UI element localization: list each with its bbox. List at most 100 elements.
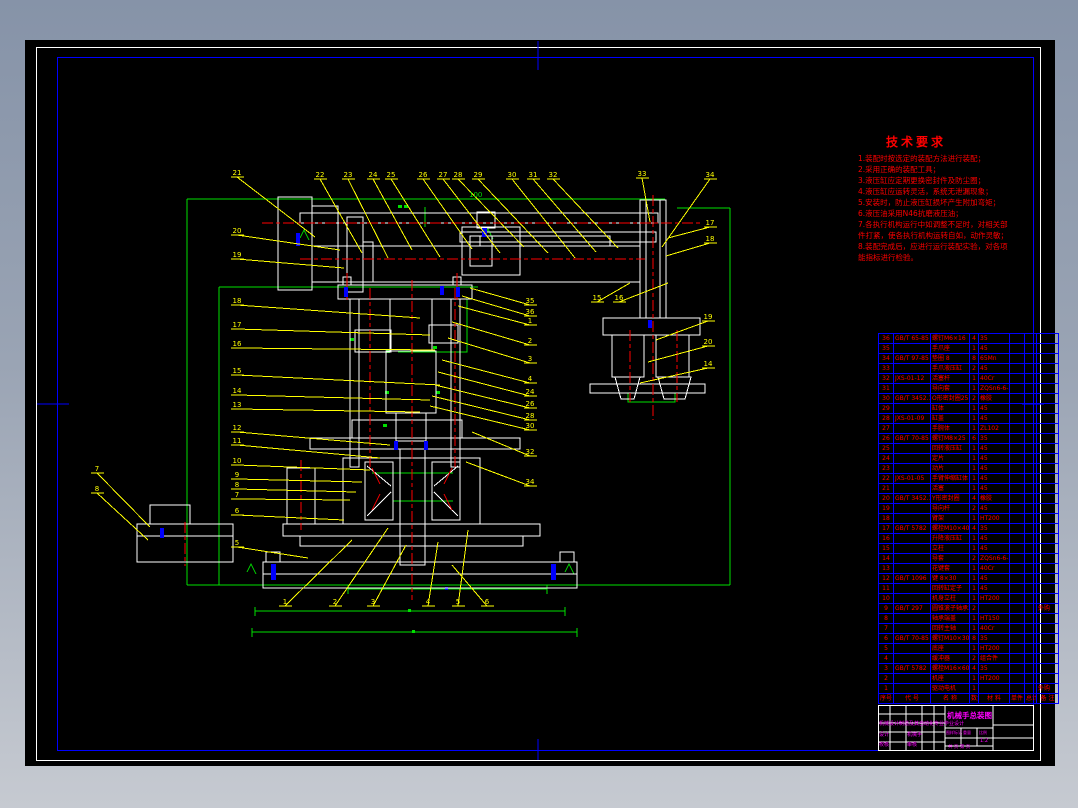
bom-row: 15 立柱 1 45	[878, 543, 1059, 554]
bom-cell	[978, 683, 1010, 694]
bom-cell	[1036, 353, 1059, 364]
bom-cell: 1	[969, 403, 979, 414]
bom-cell	[1036, 363, 1059, 374]
bom-cell	[1024, 683, 1037, 694]
bom-cell	[893, 443, 931, 454]
bom-cell: 手爪液压缸	[930, 363, 970, 374]
bom-cell: GB/T 70-85	[893, 633, 931, 644]
bom-cell	[1036, 393, 1059, 404]
bom-cell	[1024, 483, 1037, 494]
bom-row: 14 导套 2 ZQSn6-6-3	[878, 553, 1059, 564]
bom-row: 13 花键套 1 40Cr	[878, 563, 1059, 574]
balloon-number: 1	[283, 598, 287, 606]
bom-cell	[1036, 503, 1059, 514]
bom-cell: 35	[978, 663, 1010, 674]
leader-line	[451, 321, 531, 346]
bom-cell	[893, 643, 931, 654]
bom-header-cell: 序号	[878, 693, 894, 704]
balloon-number: 27	[439, 171, 448, 179]
bom-cell: O形密封圈25×2.4	[930, 393, 970, 404]
bom-cell	[1024, 573, 1037, 584]
bom-cell: HT150	[978, 613, 1010, 624]
leader-line	[236, 347, 436, 351]
leader-line	[461, 295, 531, 317]
bom-cell	[1024, 343, 1037, 354]
bom-cell: GB/T 5782	[893, 663, 931, 674]
bom-cell: 45	[978, 543, 1010, 554]
bom-cell: 6	[878, 633, 894, 644]
leader-line	[422, 178, 473, 250]
balloon-number: 20	[704, 338, 713, 346]
bom-cell	[1009, 333, 1025, 344]
bom-row: 17 GB/T 5782 螺栓M10×40 4 35	[878, 523, 1059, 534]
bom-cell: 3	[878, 663, 894, 674]
bom-cell: 4	[969, 523, 979, 534]
bom-cell	[893, 423, 931, 434]
tech-req-line: 2.采用正确的装配工具；	[858, 165, 941, 174]
bom-cell: 28	[878, 413, 894, 424]
bom-cell: 2	[969, 503, 979, 514]
bom-cell	[1036, 583, 1059, 594]
bom-cell	[1036, 613, 1059, 624]
sheet-count: 共 页 第 页	[948, 745, 971, 750]
leader-line	[236, 546, 309, 559]
bom-cell	[1036, 433, 1059, 444]
bom-cell: 36	[878, 333, 894, 344]
balloon-annotations: 21 22 23 24 25 26 27 28 29 30 31 32 33 34201918171615…	[91, 169, 717, 607]
bom-cell	[1009, 433, 1025, 444]
bom-header-cell: 总计	[1024, 693, 1037, 704]
bom-cell: 升降液压缸	[930, 533, 970, 544]
bom-cell	[1024, 663, 1037, 674]
bom-cell	[893, 673, 931, 684]
leader-line	[647, 345, 709, 363]
bom-cell: 外购	[1036, 603, 1059, 614]
bom-cell: 1	[969, 483, 979, 494]
leader-line	[236, 234, 341, 251]
bom-cell	[893, 453, 931, 464]
bom-cell	[1009, 613, 1025, 624]
bom-cell: 2	[878, 673, 894, 684]
bom-cell: 1	[969, 533, 979, 544]
technical-requirements: 技术要求 1.装配时按选定的装配方法进行装配； 2.采用正确的装配工具； 3.液压缸…	[858, 133, 1048, 263]
parts-list-table: 36 GB/T 65-85 螺钉M6×16 4 35 35 手爪座 1 45 34 GB/T 97-…	[878, 333, 1059, 704]
bom-cell: 27	[878, 423, 894, 434]
bom-row: 4 缓冲器 2 组合件	[878, 653, 1059, 664]
bom-cell	[1036, 643, 1059, 654]
bom-cell	[1009, 343, 1025, 354]
bom-cell: 回转主轴	[930, 623, 970, 634]
balloon-number: 15	[593, 294, 602, 302]
bom-row: 20 GB/T 3452.1 Y形密封圈 4 橡胶	[878, 493, 1059, 504]
bom-cell: 定片	[930, 453, 970, 464]
tech-req-line: 7.各执行机构运行中如调整不足时，对相关部	[858, 220, 1008, 229]
bom-cell	[1036, 443, 1059, 454]
bom-cell: 圆锥滚子轴承30208	[930, 603, 970, 614]
bom-cell	[1024, 383, 1037, 394]
balloon-number: 28	[454, 171, 463, 179]
bom-cell	[1036, 523, 1059, 534]
bom-cell	[1024, 673, 1037, 684]
bom-cell: 4	[969, 333, 979, 344]
bom-cell: 20	[878, 493, 894, 504]
bom-cell: 33	[878, 363, 894, 374]
bom-cell: 螺钉M6×16	[930, 333, 970, 344]
bom-cell: 32	[878, 373, 894, 384]
bom-cell	[1009, 523, 1025, 534]
bom-cell	[1036, 373, 1059, 384]
bom-cell	[1009, 353, 1025, 364]
bom-cell: 2	[969, 393, 979, 404]
bom-cell: 1	[969, 643, 979, 654]
bom-cell	[1009, 663, 1025, 674]
tech-req-line: 1.装配时按选定的装配方法进行装配；	[858, 154, 986, 163]
bom-cell: 回转缸定子	[930, 583, 970, 594]
bom-cell	[1009, 423, 1025, 434]
bom-cell: 橡胶	[978, 393, 1010, 404]
balloon-number: 15	[233, 367, 242, 375]
bom-cell: 橡胶	[978, 493, 1010, 504]
bom-row: 3 GB/T 5782 螺栓M16×60 4 35	[878, 663, 1059, 674]
bom-cell: 螺栓M10×40	[930, 523, 970, 534]
balloon-number: 16	[615, 294, 624, 302]
bom-cell	[1024, 633, 1037, 644]
bom-cell	[1024, 413, 1037, 424]
balloon-number: 13	[233, 401, 242, 409]
leader-line	[661, 178, 711, 248]
